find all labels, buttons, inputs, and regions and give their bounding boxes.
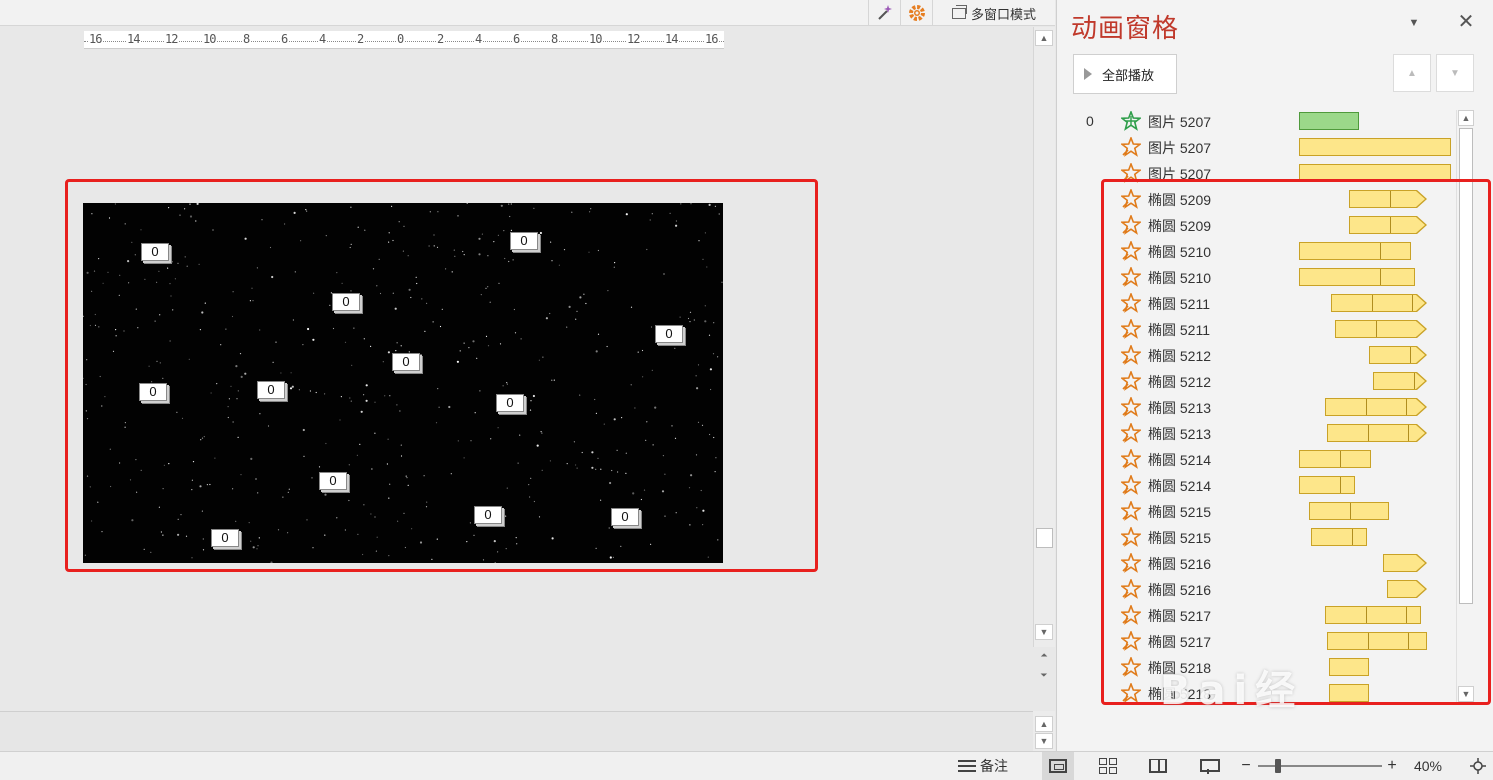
timing-bar[interactable] xyxy=(1299,112,1359,130)
canvas-scroll-thumb[interactable] xyxy=(1036,528,1053,548)
entrance-effect-icon xyxy=(1121,111,1141,131)
reading-view-button[interactable] xyxy=(1142,752,1174,780)
fit-window-icon xyxy=(1470,758,1486,774)
animation-item-label: 图片 5207 xyxy=(1148,140,1212,156)
notes-scroll-up-button[interactable]: ▲ xyxy=(1035,716,1053,732)
notes-scrollbar[interactable]: ▲ ▼ xyxy=(1033,711,1055,751)
multi-window-label: 多窗口模式 xyxy=(970,6,1036,22)
notes-button[interactable]: 备注 xyxy=(952,752,1014,780)
timing-bar[interactable] xyxy=(1299,138,1451,156)
arrow-down-icon: ▼ xyxy=(1450,67,1460,79)
grid-icon xyxy=(1099,758,1117,774)
settings-button[interactable] xyxy=(900,0,932,26)
arrow-up-icon: ▲ xyxy=(1407,67,1417,79)
next-slide-button[interactable]: ⏷ xyxy=(1035,667,1053,683)
zoom-level[interactable]: 40% xyxy=(1406,752,1450,780)
previous-slide-button[interactable]: ⏶ xyxy=(1035,647,1053,663)
animation-list-item[interactable]: 图片 5207 xyxy=(1073,134,1453,160)
normal-view-button[interactable] xyxy=(1042,752,1074,780)
pane-close-button[interactable]: ✕ xyxy=(1455,10,1477,33)
play-icon xyxy=(1084,68,1092,80)
close-icon: ✕ xyxy=(1457,10,1475,33)
zoom-out-button[interactable]: − xyxy=(1236,752,1256,780)
play-all-label: 全部播放 xyxy=(1102,67,1155,83)
move-down-button[interactable]: ▼ xyxy=(1436,54,1474,92)
notes-area[interactable] xyxy=(0,711,1033,751)
notes-icon xyxy=(958,760,976,772)
move-up-button[interactable]: ▲ xyxy=(1393,54,1431,92)
scroll-down-button[interactable]: ▼ xyxy=(1035,624,1053,640)
animation-item-label: 图片 5207 xyxy=(1148,114,1212,130)
zoom-slider-knob[interactable] xyxy=(1275,759,1281,773)
pane-title: 动画窗格 xyxy=(1071,14,1180,44)
slide-highlight-box xyxy=(65,179,818,572)
presentation-icon xyxy=(1200,758,1220,774)
magic-wand-button[interactable] xyxy=(868,0,900,26)
list-scroll-up-button[interactable]: ▲ xyxy=(1458,110,1474,126)
watermark-logo: Bai经 xyxy=(1160,668,1304,714)
canvas-vertical-scrollbar[interactable]: ▲ ▼ ⏶ ⏷ xyxy=(1033,27,1055,680)
notes-label: 备注 xyxy=(980,758,1008,774)
slide-sorter-button[interactable] xyxy=(1092,752,1124,780)
slideshow-button[interactable] xyxy=(1192,752,1224,780)
list-highlight-box xyxy=(1101,179,1491,705)
zoom-in-button[interactable]: + xyxy=(1382,752,1402,780)
play-all-button[interactable]: 全部播放 xyxy=(1073,54,1177,94)
status-bar: 备注 − + 40% xyxy=(0,751,1493,780)
windows-icon xyxy=(951,4,967,19)
fit-to-window-button[interactable] xyxy=(1466,752,1490,780)
top-toolbar-strip: 多窗口模式 xyxy=(0,0,1055,26)
emphasis-effect-icon xyxy=(1121,137,1141,157)
pane-options-button[interactable]: ▼ xyxy=(1403,12,1425,34)
normal-view-icon xyxy=(1049,759,1067,773)
multi-window-mode-button[interactable]: 多窗口模式 xyxy=(932,0,1055,26)
animation-step-number: 0 xyxy=(1086,113,1094,129)
notes-scroll-down-button[interactable]: ▼ xyxy=(1035,733,1053,749)
gear-icon xyxy=(908,5,925,21)
book-icon xyxy=(1149,759,1167,773)
scroll-up-button[interactable]: ▲ xyxy=(1035,30,1053,46)
magic-wand-icon xyxy=(877,5,892,20)
chevron-down-icon: ▼ xyxy=(1408,17,1420,29)
animation-list-item[interactable]: 0 图片 5207 xyxy=(1073,108,1453,134)
